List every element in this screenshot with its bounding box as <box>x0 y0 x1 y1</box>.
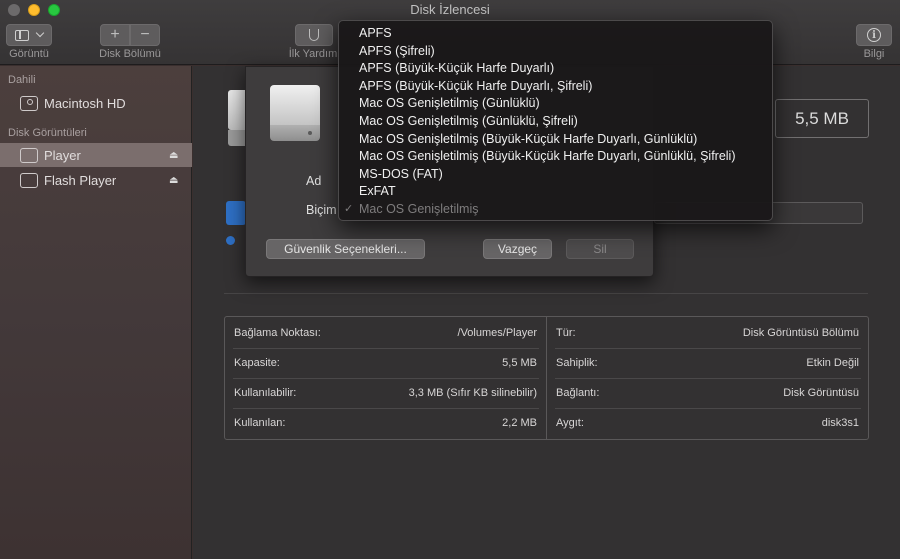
sidebar: Dahili Macintosh HD Disk Görüntüleri Pla… <box>0 66 192 559</box>
info-label-device: Aygıt: <box>556 417 584 429</box>
sidebar-icon <box>15 29 29 41</box>
view-button[interactable] <box>6 24 52 46</box>
sidebar-item-player[interactable]: Player ⏏ <box>0 143 192 167</box>
format-field-label: Biçim <box>306 203 337 217</box>
menu-item-mac-journaled-encrypted[interactable]: Mac OS Genişletilmiş (Günlüklü, Şifreli) <box>339 113 772 131</box>
view-label: Görüntü <box>9 48 49 60</box>
minus-icon: − <box>140 26 150 43</box>
section-divider <box>224 293 868 294</box>
info-value-type: Disk Görüntüsü Bölümü <box>742 327 859 339</box>
info-value-owners: Etkin Değil <box>806 357 859 369</box>
info-icon: i <box>867 28 881 42</box>
menu-item-apfs-case-sensitive[interactable]: APFS (Büyük-Küçük Harfe Duyarlı) <box>339 60 772 78</box>
menu-item-apfs-encrypted[interactable]: APFS (Şifreli) <box>339 43 772 61</box>
menu-item-mac-extended-selected[interactable]: ✓ Mac OS Genişletilmiş <box>339 201 772 219</box>
add-volume-button[interactable]: + <box>100 24 130 46</box>
security-options-button[interactable]: Güvenlik Seçenekleri... <box>266 239 425 259</box>
plus-icon: + <box>110 26 120 43</box>
info-value-mount-point: /Volumes/Player <box>457 327 537 339</box>
menu-item-label: Mac OS Genişletilmiş <box>359 201 479 216</box>
eject-icon[interactable]: ⏏ <box>169 175 178 186</box>
sidebar-section-internal: Dahili <box>8 74 36 86</box>
info-value-available: 3,3 MB (Sıfır KB silinebilir) <box>408 387 537 399</box>
info-label-mount-point: Bağlama Noktası: <box>234 327 321 339</box>
volume-size-display: 5,5 MB <box>775 99 869 138</box>
info-label-available: Kullanılabilir: <box>234 387 297 399</box>
partition-label: Disk Bölümü <box>99 48 161 60</box>
volume-info-table: Bağlama Noktası: /Volumes/Player Kapasit… <box>224 316 869 440</box>
info-label-used: Kullanılan: <box>234 417 286 429</box>
cancel-button[interactable]: Vazgeç <box>483 239 552 259</box>
menu-item-ms-dos-fat[interactable]: MS-DOS (FAT) <box>339 166 772 184</box>
remove-volume-button[interactable]: − <box>130 24 160 46</box>
info-label-connection: Bağlantı: <box>556 387 600 399</box>
usage-bar-partial <box>226 201 246 225</box>
info-label-capacity: Kapasite: <box>234 357 280 369</box>
menu-item-apfs-case-sensitive-encrypted[interactable]: APFS (Büyük-Küçük Harfe Duyarlı, Şifreli… <box>339 78 772 96</box>
sidebar-item-label: Player <box>44 147 81 163</box>
column-separator <box>546 317 547 439</box>
hard-drive-icon <box>20 95 38 111</box>
sidebar-item-flash-player[interactable]: Flash Player ⏏ <box>0 168 192 192</box>
info-label-type: Tür: <box>556 327 576 339</box>
info-value-used: 2,2 MB <box>502 417 537 429</box>
info-value-device: disk3s1 <box>821 417 859 429</box>
menu-item-mac-case-sensitive-journaled[interactable]: Mac OS Genişletilmiş (Büyük-Küçük Harfe … <box>339 131 772 149</box>
window-title: Disk İzlencesi <box>410 2 490 17</box>
eject-icon[interactable]: ⏏ <box>169 150 178 161</box>
info-label-owners: Sahiplik: <box>556 357 598 369</box>
sidebar-item-label: Macintosh HD <box>44 95 126 111</box>
info-button[interactable]: i <box>856 24 892 46</box>
info-label: Bilgi <box>863 48 885 60</box>
info-value-connection: Disk Görüntüsü <box>783 387 859 399</box>
stethoscope-icon <box>309 29 319 41</box>
checkmark-icon: ✓ <box>344 202 354 215</box>
format-dropdown-menu: APFS APFS (Şifreli) APFS (Büyük-Küçük Ha… <box>338 20 773 221</box>
sidebar-section-disk-images: Disk Görüntüleri <box>8 127 87 139</box>
first-aid-label: İlk Yardım <box>288 48 338 60</box>
chevron-down-icon <box>35 28 45 38</box>
disk-image-icon <box>20 172 38 188</box>
legend-dot <box>226 236 235 245</box>
name-field-label: Ad <box>306 174 322 188</box>
sheet-drive-icon <box>270 85 320 143</box>
menu-item-mac-case-sensitive-journaled-encrypted[interactable]: Mac OS Genişletilmiş (Büyük-Küçük Harfe … <box>339 148 772 166</box>
info-value-capacity: 5,5 MB <box>502 357 537 369</box>
menu-item-mac-journaled[interactable]: Mac OS Genişletilmiş (Günlüklü) <box>339 95 772 113</box>
disk-image-icon <box>20 147 38 163</box>
erase-button[interactable]: Sil <box>566 239 634 259</box>
sidebar-item-macintosh-hd[interactable]: Macintosh HD <box>0 91 192 115</box>
first-aid-button[interactable] <box>295 24 333 46</box>
sidebar-item-label: Flash Player <box>44 172 117 188</box>
menu-item-exfat[interactable]: ExFAT <box>339 183 772 201</box>
menu-item-apfs[interactable]: APFS <box>339 25 772 43</box>
